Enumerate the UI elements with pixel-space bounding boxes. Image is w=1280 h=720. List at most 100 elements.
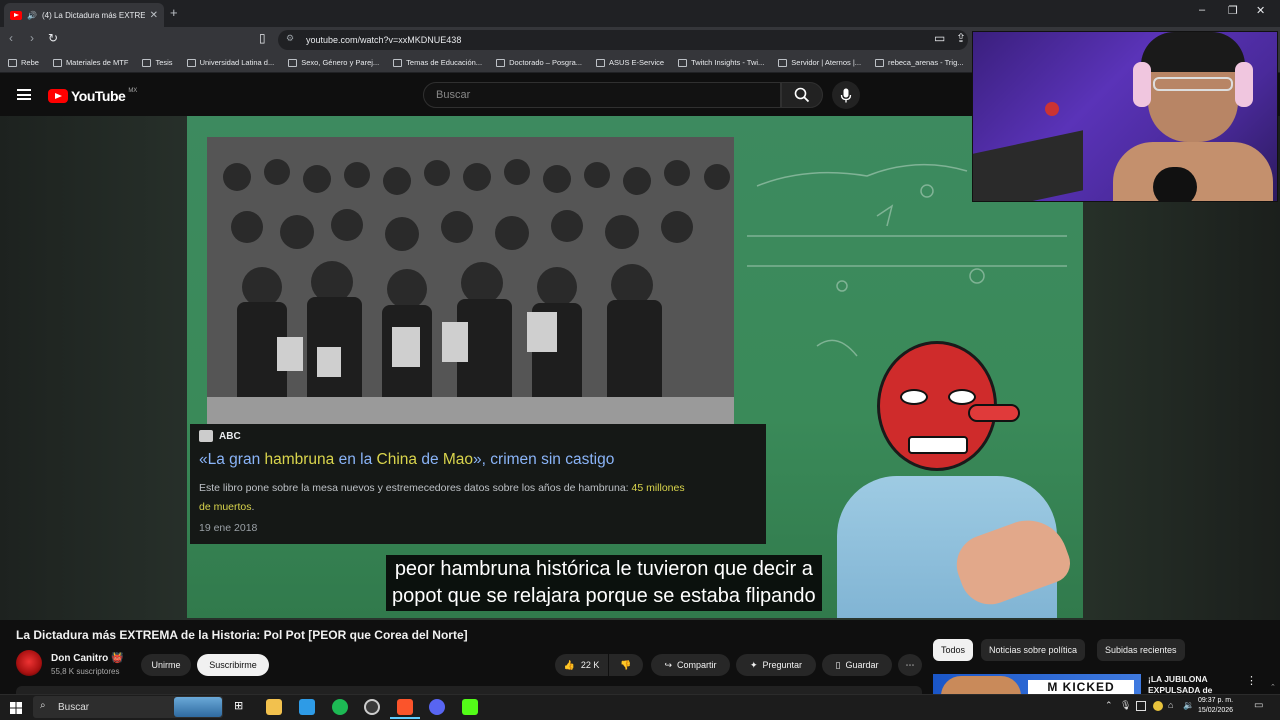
summary-text: Este libro pone sobre la mesa nuevos y e…: [199, 482, 632, 494]
join-button[interactable]: Unirme: [141, 654, 191, 676]
more-actions-button[interactable]: ⋯: [898, 654, 922, 676]
news-source-logo-icon: [199, 430, 213, 442]
youtube-logo[interactable]: YouTube MX: [48, 88, 137, 104]
site-info-icon[interactable]: ⚙: [286, 33, 294, 44]
bookmark-item[interactable]: Doctorado – Posgra...: [496, 58, 582, 67]
restore-icon[interactable]: ❐: [1228, 4, 1238, 17]
store-app-icon[interactable]: [299, 699, 315, 715]
speaker-icon[interactable]: 🔊: [27, 11, 37, 20]
subtitle-line-2: popot que se relajara porque se estaba f…: [392, 585, 816, 607]
bookmark-label: Doctorado – Posgra...: [509, 58, 583, 67]
tab-close-icon[interactable]: ✕: [150, 10, 158, 21]
clock-date: 15/02/2026: [1198, 707, 1234, 714]
channel-name[interactable]: Don Canitro 👹: [51, 653, 123, 664]
bookmark-folder-icon: [186, 58, 196, 67]
minimize-icon[interactable]: –: [1199, 4, 1205, 16]
bookmark-label: Tesis: [155, 58, 173, 67]
description-box[interactable]: [16, 686, 922, 694]
chip-all[interactable]: Todos: [933, 639, 974, 661]
bookmark-item[interactable]: Rebe: [8, 58, 39, 67]
bookmark-label: Temas de Educación...: [406, 58, 483, 67]
bookmark-item[interactable]: Materiales de MTF: [52, 58, 129, 67]
tray-app-icon[interactable]: [1136, 701, 1146, 711]
close-window-icon[interactable]: ✕: [1256, 4, 1265, 17]
news-date: 19 ene 2018: [199, 522, 258, 534]
bookmark-label: rebeca_arenas - Trig...: [888, 58, 964, 67]
bookmark-item[interactable]: rebeca_arenas - Trig...: [875, 58, 964, 67]
url-text: youtube.com/watch?v=xxMKDNUE438: [306, 35, 462, 45]
taskbar-clock[interactable]: 09:37 p. m. 15/02/2026: [1198, 696, 1233, 716]
bookmark-folder-icon: [52, 58, 62, 67]
search-button[interactable]: [781, 82, 823, 108]
bookmark-item[interactable]: ASUS E-Service: [596, 58, 664, 67]
bookmark-item[interactable]: Twitch Insights - Twi...: [678, 58, 764, 67]
share-button[interactable]: ↪ Compartir: [651, 654, 730, 676]
voice-search-button[interactable]: [832, 81, 860, 109]
more-horizontal-icon: ⋯: [905, 659, 915, 670]
chip-recent-uploads[interactable]: Subidas recientes: [1097, 639, 1185, 661]
bookmark-item[interactable]: Tesis: [142, 58, 173, 67]
bookmark-folder-icon: [778, 58, 788, 67]
bookmark-label: Materiales de MTF: [65, 58, 129, 67]
subtitle-line-1: peor hambruna histórica le tuvieron que …: [394, 558, 813, 580]
taskbar-search-label: Buscar: [58, 701, 90, 713]
back-icon[interactable]: ‹: [9, 31, 13, 45]
share-icon: ↪: [664, 659, 673, 670]
thumbs-up-icon: 👍: [563, 659, 575, 670]
tray-status-icon[interactable]: [1153, 701, 1163, 711]
bookmark-item[interactable]: Servidor | Aternos |...: [778, 58, 861, 67]
youtube-favicon-icon: [10, 10, 22, 20]
microphone-device: [1153, 167, 1197, 201]
forward-icon[interactable]: ›: [30, 31, 34, 45]
headline-part: «La gran: [199, 451, 265, 468]
cast-icon[interactable]: ▭: [934, 31, 945, 45]
like-button[interactable]: 👍 22 K: [555, 654, 608, 676]
thumbnail-text: M KICKED: [1028, 680, 1134, 694]
youtube-logo-text: YouTube: [71, 88, 126, 104]
network-icon[interactable]: ⌂: [1168, 700, 1173, 710]
search-input[interactable]: Buscar: [423, 82, 781, 108]
recommended-title[interactable]: ¡LA JUBILONA EXPULSADA de: [1148, 674, 1238, 696]
obs-icon[interactable]: [364, 699, 380, 715]
join-label: Unirme: [151, 660, 181, 670]
subscribe-label: Suscribirme: [209, 660, 257, 670]
windows-start-icon[interactable]: [10, 701, 22, 714]
new-tab-icon[interactable]: +: [170, 5, 178, 20]
tray-mic-icon[interactable]: 🎙: [1120, 700, 1131, 711]
microphone-icon: [840, 88, 852, 102]
save-button[interactable]: ▯ Guardar: [822, 654, 892, 676]
task-view-icon[interactable]: ⊞: [234, 699, 243, 712]
chip-label: Subidas recientes: [1105, 645, 1177, 655]
headline-part: en la: [334, 451, 377, 468]
share-page-icon[interactable]: ⇪: [956, 31, 966, 45]
file-explorer-icon[interactable]: [266, 699, 282, 715]
menu-icon[interactable]: [17, 89, 31, 100]
notification-icon[interactable]: ▭: [1254, 700, 1263, 711]
chip-politics-news[interactable]: Noticias sobre política: [981, 639, 1086, 661]
brave-browser-icon[interactable]: [397, 699, 413, 715]
search-icon: [794, 87, 810, 103]
bookmark-star-icon[interactable]: ▯: [259, 31, 266, 45]
tray-chevron-icon[interactable]: ⌃: [1105, 700, 1113, 711]
dislike-button[interactable]: 👎: [609, 654, 643, 676]
channel-avatar[interactable]: [16, 650, 42, 676]
browser-tab-active[interactable]: 🔊 (4) La Dictadura más EXTREMA ✕: [4, 3, 164, 27]
scroll-chevron-icon[interactable]: ⌃: [1270, 683, 1276, 691]
bookmark-item[interactable]: Temas de Educación...: [393, 58, 482, 67]
kick-icon[interactable]: [462, 699, 478, 715]
reload-icon[interactable]: ↻: [48, 31, 58, 45]
bookmark-item[interactable]: Universidad Latina d...: [186, 58, 274, 67]
active-app-indicator: [390, 717, 420, 719]
recommended-thumbnail[interactable]: M KICKED: [933, 674, 1141, 694]
bookmark-folder-icon: [596, 58, 606, 67]
recommended-menu-icon[interactable]: ⋮: [1246, 674, 1257, 687]
ask-button[interactable]: ✦ Preguntar: [736, 654, 816, 676]
spotify-icon[interactable]: [332, 699, 348, 715]
address-bar[interactable]: youtube.com/watch?v=xxMKDNUE438: [278, 30, 968, 50]
volume-icon[interactable]: 🔉: [1183, 700, 1194, 711]
discord-icon[interactable]: [429, 699, 445, 715]
chip-label: Todos: [941, 645, 966, 655]
bookmark-label: Servidor | Aternos |...: [791, 58, 862, 67]
subscribe-button[interactable]: Suscribirme: [197, 654, 269, 676]
bookmark-item[interactable]: Sexo, Género y Parej...: [288, 58, 379, 67]
